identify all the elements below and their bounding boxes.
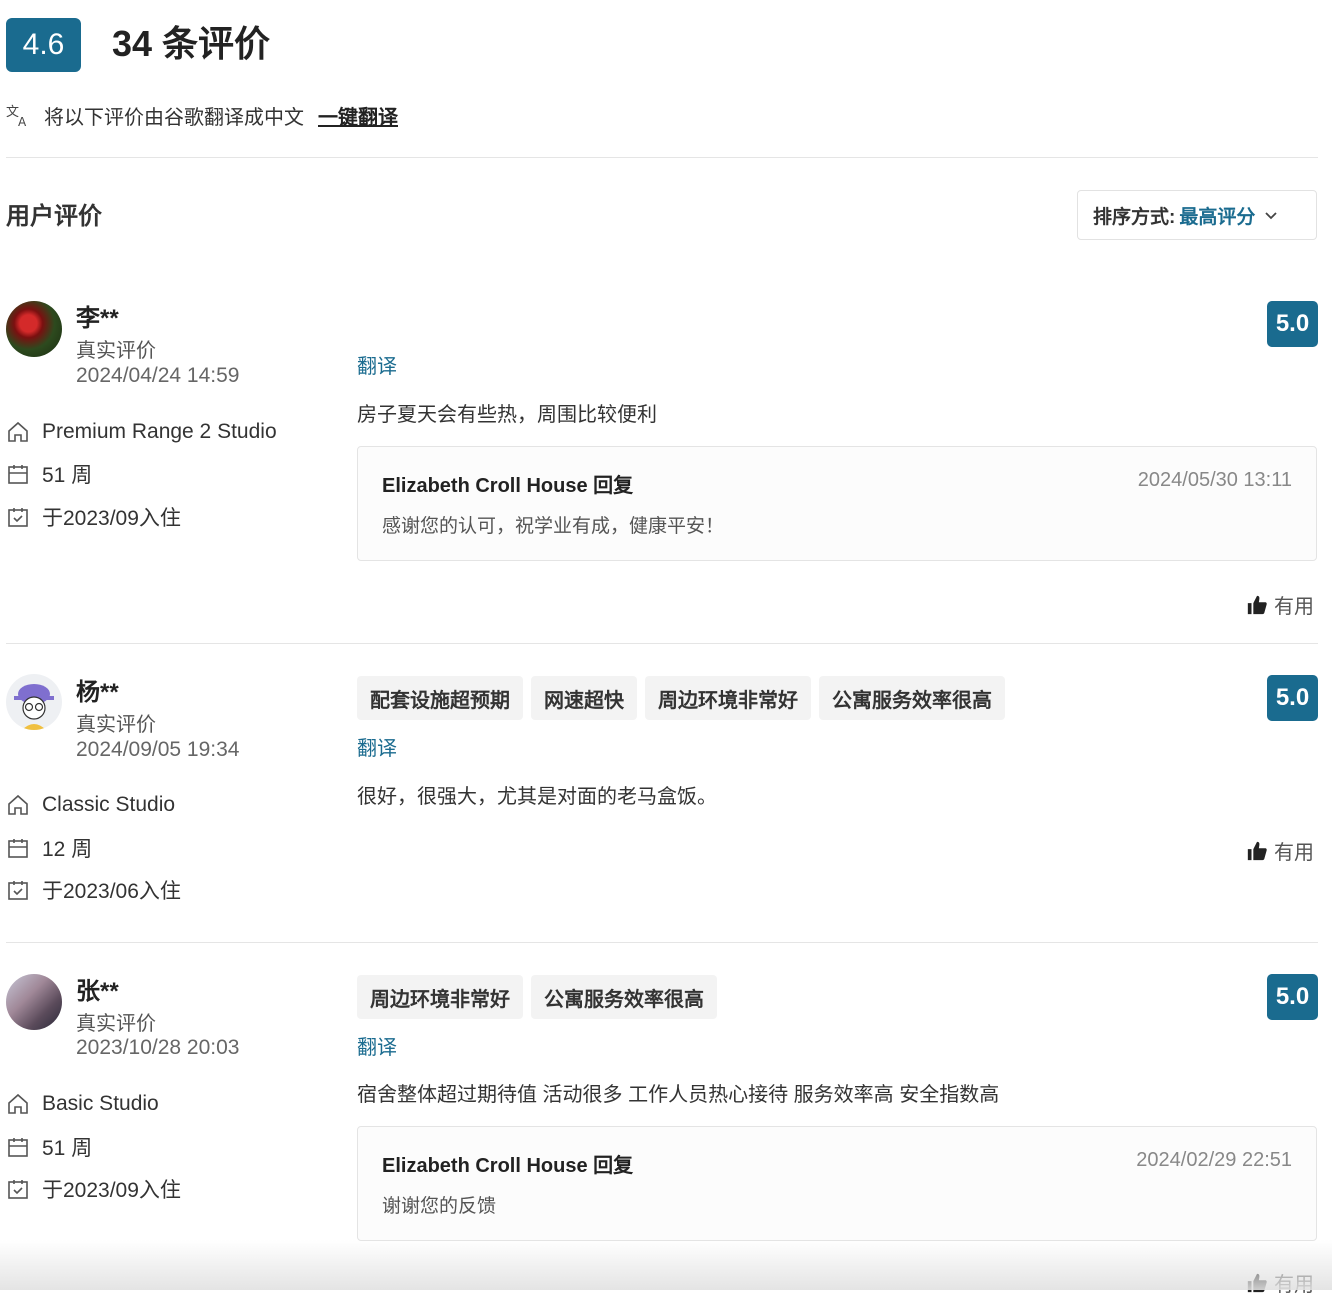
reply-title: Elizabeth Croll House 回复	[382, 475, 634, 497]
verified-label: 真实评价	[76, 714, 156, 736]
scroll-fade	[0, 1240, 1332, 1290]
review-rating: 5.0	[1267, 974, 1318, 1020]
thumbs-up-icon	[1247, 841, 1267, 860]
translate-icon: 文 A	[6, 105, 27, 128]
stay-duration: 51 周	[6, 1133, 92, 1161]
reply-date: 2024/05/30 13:11	[1137, 469, 1292, 491]
sort-label: 排序方式:	[1093, 206, 1176, 228]
translate-link[interactable]: 翻译	[357, 1031, 397, 1060]
room-type: Basic Studio	[6, 1090, 159, 1118]
avatar[interactable]	[6, 301, 62, 357]
rating-value: 5.0	[1275, 983, 1310, 1010]
rating-value: 5.0	[1275, 684, 1310, 711]
useful-button[interactable]: 有用	[1246, 590, 1314, 619]
divider	[6, 157, 1318, 158]
home-icon	[8, 794, 28, 815]
move-in-date: 于2023/06入住	[6, 876, 181, 904]
calendar-icon	[8, 839, 28, 858]
move-in-date: 于2023/09入住	[6, 503, 181, 531]
review-tag: 公寓服务效率很高	[531, 975, 717, 1019]
review-tag: 周边环境非常好	[357, 975, 523, 1019]
review-tag: 公寓服务效率很高	[819, 676, 1005, 720]
calendar-check-icon	[8, 1180, 28, 1199]
reply-text: 谢谢您的反馈	[382, 1196, 497, 1217]
avatar[interactable]	[6, 974, 62, 1030]
page-title: 34 条评价	[112, 23, 271, 64]
move-in-label: 于2023/09入住	[42, 1179, 181, 1202]
divider	[6, 643, 1318, 644]
move-in-label: 于2023/09入住	[42, 507, 181, 530]
stay-duration: 12 周	[6, 834, 92, 862]
review-rating: 5.0	[1267, 301, 1318, 347]
svg-text:A: A	[18, 115, 27, 128]
verified-label: 真实评价	[76, 340, 156, 362]
avatar[interactable]	[6, 674, 62, 730]
avatar-illustration	[14, 684, 54, 730]
chevron-down-icon	[1265, 212, 1277, 220]
reviewer-name: 杨**	[76, 679, 119, 706]
calendar-icon	[8, 1138, 28, 1157]
reviewer-name: 张**	[76, 978, 119, 1005]
review-tag: 配套设施超预期	[357, 676, 523, 720]
owner-reply: Elizabeth Croll House 回复 2024/02/29 22:5…	[357, 1126, 1317, 1241]
rating-value: 5.0	[1275, 310, 1310, 337]
review-rating: 5.0	[1267, 675, 1318, 721]
home-icon	[8, 1093, 28, 1114]
translate-all-link[interactable]: 一键翻译	[318, 101, 398, 130]
review-tag: 周边环境非常好	[645, 676, 811, 720]
review-text: 宿舍整体超过期待值 活动很多 工作人员热心接待 服务效率高 安全指数高	[357, 1084, 1000, 1106]
room-type-label: Basic Studio	[42, 1092, 159, 1115]
room-type: Classic Studio	[6, 791, 175, 819]
calendar-check-icon	[8, 508, 28, 527]
reply-title: Elizabeth Croll House 回复	[382, 1155, 634, 1177]
review-tags: 配套设施超预期 网速超快 周边环境非常好 公寓服务效率很高	[357, 676, 1005, 720]
review-tag: 网速超快	[531, 676, 637, 720]
translate-bar: 文 A 将以下评价由谷歌翻译成中文 一键翻译	[6, 100, 398, 130]
thumbs-up-icon	[1247, 595, 1267, 614]
review-tags: 周边环境非常好 公寓服务效率很高	[357, 975, 717, 1019]
calendar-icon	[8, 465, 28, 484]
stay-duration-label: 51 周	[42, 1137, 93, 1160]
stay-duration-label: 51 周	[42, 464, 93, 487]
move-in-date: 于2023/09入住	[6, 1175, 181, 1203]
reviewer-name: 李**	[76, 305, 119, 332]
stay-duration-label: 12 周	[42, 838, 93, 861]
sort-value: 最高评分	[1179, 206, 1256, 228]
reply-date: 2024/02/29 22:51	[1136, 1149, 1292, 1171]
translate-link[interactable]: 翻译	[357, 350, 397, 379]
stay-duration: 51 周	[6, 460, 92, 488]
useful-button[interactable]: 有用	[1246, 836, 1314, 865]
translate-prompt: 将以下评价由谷歌翻译成中文	[44, 106, 304, 129]
divider	[6, 942, 1318, 943]
verified-label: 真实评价	[76, 1013, 156, 1035]
useful-label: 有用	[1274, 842, 1314, 864]
room-type-label: Classic Studio	[42, 793, 176, 816]
move-in-label: 于2023/06入住	[42, 880, 181, 903]
sort-dropdown[interactable]: 排序方式: 最高评分	[1077, 190, 1317, 240]
owner-reply: Elizabeth Croll House 回复 2024/05/30 13:1…	[357, 446, 1317, 561]
calendar-check-icon	[8, 881, 28, 900]
review-date: 2024/09/05 19:34	[76, 738, 240, 761]
room-type: Premium Range 2 Studio	[6, 418, 277, 446]
room-type-label: Premium Range 2 Studio	[42, 420, 277, 443]
review-date: 2023/10/28 20:03	[76, 1036, 240, 1059]
home-icon	[8, 421, 28, 442]
useful-label: 有用	[1274, 596, 1314, 618]
overall-score: 4.6	[22, 28, 65, 61]
section-title: 用户评价	[6, 203, 102, 230]
overall-score-badge: 4.6	[6, 18, 81, 72]
review-text: 很好，很强大，尤其是对面的老马盒饭。	[357, 786, 717, 808]
review-date: 2024/04/24 14:59	[76, 364, 240, 387]
reply-text: 感谢您的认可，祝学业有成，健康平安！	[382, 516, 725, 537]
review-text: 房子夏天会有些热，周围比较便利	[357, 404, 657, 426]
translate-link[interactable]: 翻译	[357, 732, 397, 761]
